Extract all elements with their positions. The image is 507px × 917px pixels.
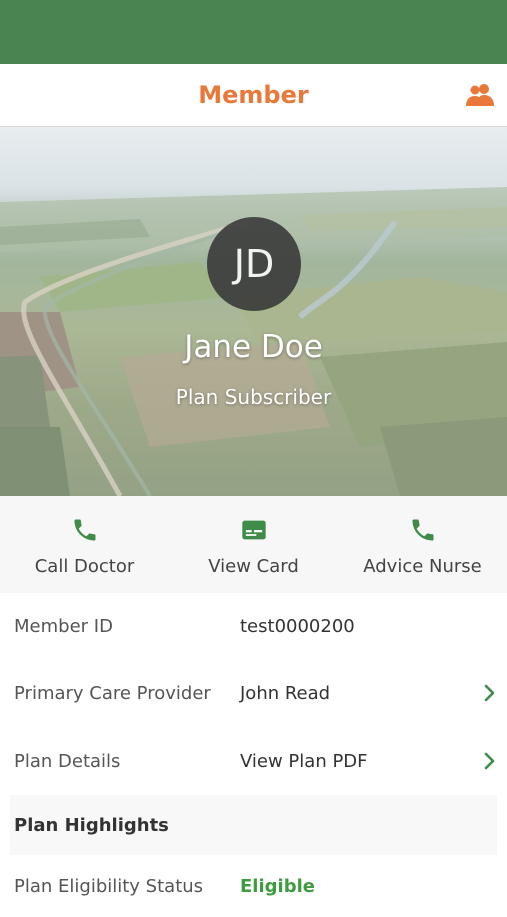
advice-nurse-button[interactable]: Advice Nurse	[338, 496, 507, 593]
primary-care-label: Primary Care Provider	[14, 682, 211, 704]
advice-nurse-label: Advice Nurse	[363, 556, 482, 577]
card-icon	[241, 520, 266, 540]
eligibility-label: Plan Eligibility Status	[14, 875, 204, 897]
profile-hero: JD Jane Doe Plan Subscriber	[0, 127, 507, 496]
view-card-button[interactable]: View Card	[169, 496, 338, 593]
phone-icon	[74, 519, 95, 541]
chevron-right-icon	[484, 684, 495, 702]
status-bar	[0, 0, 507, 64]
plan-highlights-row[interactable]: Plan Highlights	[10, 795, 497, 855]
app-header: Member	[0, 64, 507, 127]
call-doctor-button[interactable]: Call Doctor	[0, 496, 169, 593]
primary-care-row[interactable]: Primary Care Provider John Read	[0, 659, 507, 727]
chevron-right-icon	[484, 752, 495, 770]
plan-details-label: Plan Details	[14, 750, 121, 772]
plan-details-row[interactable]: Plan Details View Plan PDF	[0, 727, 507, 795]
eligibility-row: Plan Eligibility Status Eligible	[0, 855, 507, 917]
member-id-value: test0000200	[240, 615, 355, 637]
eligibility-status-badge: Eligible	[240, 875, 315, 897]
member-id-row: Member ID test0000200	[0, 593, 507, 659]
people-icon[interactable]	[465, 82, 495, 108]
member-id-label: Member ID	[14, 615, 113, 637]
primary-care-value: John Read	[240, 682, 331, 704]
view-card-label: View Card	[208, 556, 299, 577]
member-role: Plan Subscriber	[175, 385, 332, 409]
phone-icon	[412, 519, 433, 541]
quick-actions: Call Doctor View Card Advice Nurse	[0, 496, 507, 593]
plan-details-value: View Plan PDF	[240, 750, 368, 772]
page-title: Member	[198, 81, 309, 109]
hero-overlay	[0, 127, 507, 496]
member-name: Jane Doe	[184, 329, 323, 365]
plan-highlights-label: Plan Highlights	[14, 814, 169, 836]
call-doctor-label: Call Doctor	[34, 556, 135, 577]
avatar-initials: JD	[233, 242, 275, 286]
avatar: JD	[207, 217, 301, 311]
